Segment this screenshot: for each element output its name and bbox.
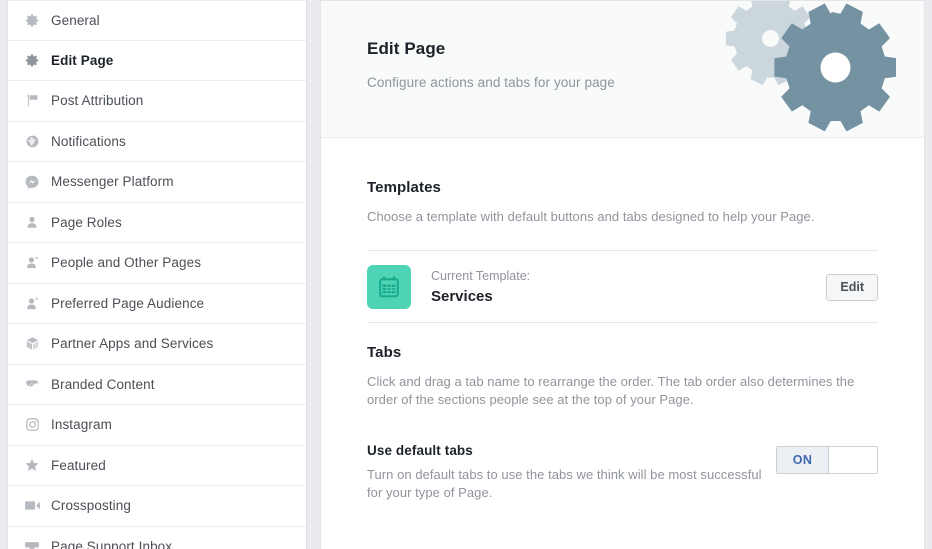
person-star-icon bbox=[21, 293, 43, 313]
globe-icon bbox=[21, 131, 43, 151]
sidebar-item-label: Notifications bbox=[51, 133, 126, 149]
sidebar-item-label: Post Attribution bbox=[51, 93, 144, 109]
edit-page-content: Edit Page Configure actions and tabs for… bbox=[320, 0, 925, 549]
gears-illustration-icon bbox=[716, 1, 897, 137]
current-template-name: Services bbox=[431, 287, 493, 305]
flag-icon bbox=[21, 91, 43, 111]
toggle-off-segment[interactable] bbox=[829, 447, 877, 473]
inbox-icon bbox=[21, 536, 43, 549]
use-default-tabs-label: Use default tabs bbox=[367, 443, 473, 458]
gear-icon bbox=[21, 50, 43, 70]
person-icon bbox=[21, 212, 43, 232]
use-default-tabs-toggle[interactable]: ON bbox=[776, 446, 878, 474]
edit-template-button[interactable]: Edit bbox=[826, 273, 878, 301]
star-icon bbox=[21, 455, 43, 475]
current-template-kicker: Current Template: bbox=[431, 268, 531, 283]
tabs-description: Click and drag a tab name to rearrange t… bbox=[367, 374, 855, 407]
templates-title: Templates bbox=[367, 179, 441, 196]
templates-section: Templates Choose a template with default… bbox=[321, 138, 924, 323]
use-default-tabs-description: Turn on default tabs to use the tabs we … bbox=[367, 467, 762, 500]
sidebar-item-general[interactable]: General bbox=[8, 0, 306, 41]
page-settings-screen: General Edit Page Post Attribution Notifica… bbox=[0, 0, 932, 549]
toggle-on-segment[interactable]: ON bbox=[777, 447, 829, 473]
sidebar-item-page-roles[interactable]: Page Roles bbox=[8, 202, 306, 243]
page-title: Edit Page bbox=[367, 39, 446, 58]
sidebar-item-featured[interactable]: Featured bbox=[8, 445, 306, 486]
sidebar-item-instagram[interactable]: Instagram bbox=[8, 405, 306, 446]
use-default-tabs-row: Use default tabs Turn on default tabs to… bbox=[367, 443, 878, 502]
page-subtitle: Configure actions and tabs for your page bbox=[367, 75, 615, 90]
sidebar-item-preferred-page-audience[interactable]: Preferred Page Audience bbox=[8, 283, 306, 324]
sidebar-item-label: Messenger Platform bbox=[51, 174, 174, 190]
sidebar-item-crossposting[interactable]: Crossposting bbox=[8, 486, 306, 527]
sidebar-item-label: Instagram bbox=[51, 417, 112, 433]
messenger-icon bbox=[21, 172, 43, 192]
sidebar-item-label: Page Roles bbox=[51, 214, 122, 230]
sidebar-item-edit-page[interactable]: Edit Page bbox=[8, 40, 306, 81]
templates-description: Choose a template with default buttons a… bbox=[367, 209, 815, 224]
handshake-icon bbox=[21, 374, 43, 394]
current-template-info: Current Template: Services bbox=[431, 268, 826, 307]
box-icon bbox=[21, 334, 43, 354]
sidebar-item-label: Crossposting bbox=[51, 498, 131, 514]
sidebar-item-label: Edit Page bbox=[51, 52, 114, 68]
sidebar-item-partner-apps-and-services[interactable]: Partner Apps and Services bbox=[8, 324, 306, 365]
sidebar-item-people-and-other-pages[interactable]: People and Other Pages bbox=[8, 243, 306, 284]
settings-sidebar: General Edit Page Post Attribution Notifica… bbox=[7, 0, 307, 549]
use-default-tabs-text: Use default tabs Turn on default tabs to… bbox=[367, 443, 776, 502]
sidebar-item-label: Featured bbox=[51, 457, 106, 473]
content-header: Edit Page Configure actions and tabs for… bbox=[321, 1, 924, 138]
person-star-icon bbox=[21, 253, 43, 273]
sidebar-item-notifications[interactable]: Notifications bbox=[8, 121, 306, 162]
sidebar-item-post-attribution[interactable]: Post Attribution bbox=[8, 81, 306, 122]
sidebar-item-messenger-platform[interactable]: Messenger Platform bbox=[8, 162, 306, 203]
instagram-icon bbox=[21, 415, 43, 435]
tabs-section: Tabs Click and drag a tab name to rearra… bbox=[321, 323, 924, 502]
sidebar-item-label: Page Support Inbox bbox=[51, 538, 173, 549]
video-camera-icon bbox=[21, 496, 43, 516]
calendar-icon bbox=[367, 265, 411, 309]
current-template-row: Current Template: Services Edit bbox=[367, 251, 878, 322]
sidebar-item-label: Partner Apps and Services bbox=[51, 336, 214, 352]
gear-icon bbox=[21, 10, 43, 30]
sidebar-item-label: People and Other Pages bbox=[51, 255, 202, 271]
sidebar-item-label: General bbox=[51, 12, 100, 28]
tabs-title: Tabs bbox=[367, 344, 402, 361]
sidebar-item-page-support-inbox[interactable]: Page Support Inbox bbox=[8, 526, 306, 549]
sidebar-item-label: Preferred Page Audience bbox=[51, 295, 205, 311]
sidebar-item-branded-content[interactable]: Branded Content bbox=[8, 364, 306, 405]
sidebar-item-label: Branded Content bbox=[51, 376, 155, 392]
